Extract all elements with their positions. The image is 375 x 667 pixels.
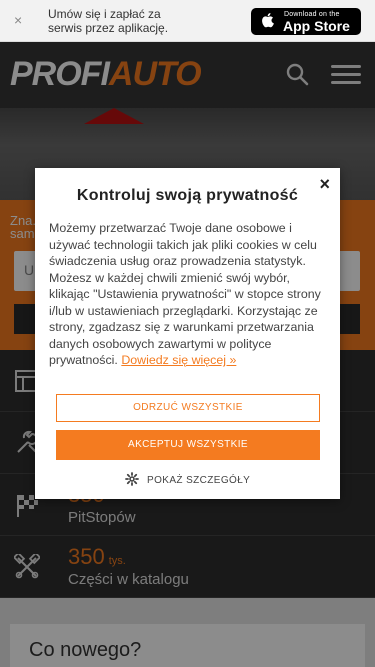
banner-text: Umów się i zapłać za serwis przez aplika… xyxy=(48,7,169,35)
show-details-label: POKAŻ SZCZEGÓŁY xyxy=(147,475,251,486)
reject-all-button[interactable]: ODRZUĆ WSZYSTKIE xyxy=(56,394,320,422)
store-small-text: Download on the xyxy=(284,11,340,18)
accept-all-button[interactable]: AKCEPTUJ WSZYSTKIE xyxy=(56,430,320,460)
store-big-text: App Store xyxy=(283,18,350,34)
modal-body: Możemy przetwarzać Twoje dane osobowe i … xyxy=(49,220,328,369)
apple-icon xyxy=(262,13,274,28)
app-store-button[interactable]: Download on the App Store xyxy=(251,8,361,35)
learn-more-link[interactable]: Dowiedz się więcej » xyxy=(121,353,236,367)
banner-close-icon[interactable]: × xyxy=(14,12,22,28)
app-download-banner: × Umów się i zapłać za serwis przez apli… xyxy=(0,0,375,42)
show-details-button[interactable]: POKAŻ SZCZEGÓŁY xyxy=(125,472,250,486)
modal-body-text: Możemy przetwarzać Twoje dane osobowe i … xyxy=(49,221,321,367)
modal-title: Kontroluj swoją prywatność xyxy=(76,187,299,204)
privacy-consent-modal: × Kontroluj swoją prywatność Możemy prze… xyxy=(35,168,340,499)
gear-icon xyxy=(125,472,139,486)
